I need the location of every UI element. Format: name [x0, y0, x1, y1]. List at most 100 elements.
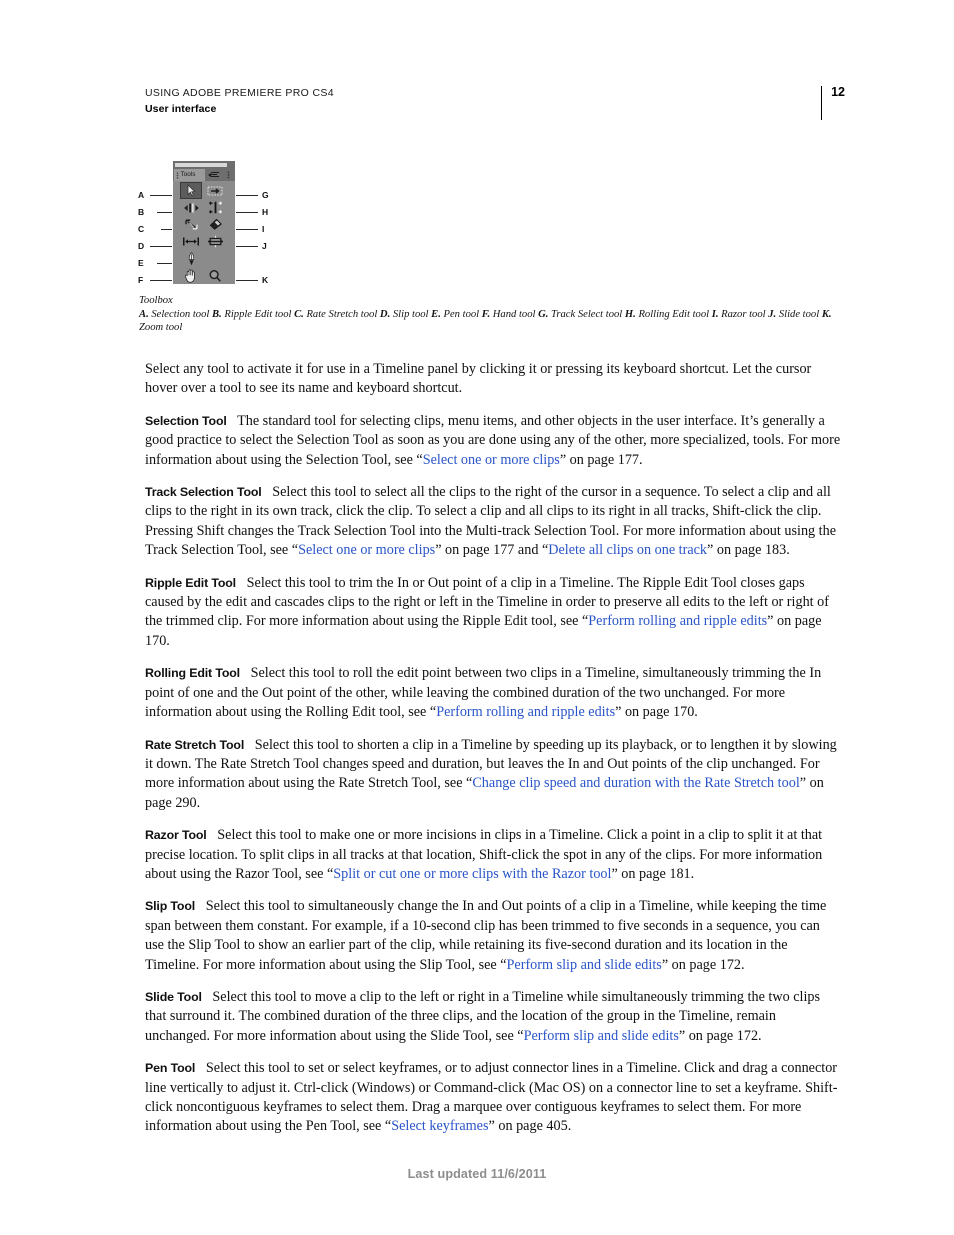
- tool-razor[interactable]: [204, 216, 226, 233]
- body-text: ” on page 181.: [611, 865, 695, 882]
- tool-heading: Slide Tool: [145, 989, 202, 1004]
- caption-letter: D.: [379, 308, 391, 320]
- tools-panel: Tools: [173, 161, 235, 284]
- caption-tool-name: Slip tool: [390, 308, 432, 320]
- tool-selection[interactable]: [180, 182, 202, 199]
- toolbox-figure: Tools A B C D E F G H I J K: [135, 158, 395, 288]
- callout-letter-d: D: [138, 241, 145, 251]
- page-footer: Last updated 11/6/2011: [407, 1167, 547, 1181]
- tool-slide[interactable]: [204, 233, 226, 250]
- tool-heading: Track Selection Tool: [145, 485, 262, 500]
- panel-titlebar: [173, 161, 235, 169]
- caption-tool-name: Slide tool: [776, 308, 822, 320]
- callout-letter-f: F: [138, 275, 144, 285]
- panel-gripper-icon: [227, 171, 230, 179]
- callout-letter-i: I: [262, 224, 265, 234]
- leader-line-h: [236, 212, 258, 213]
- callout-letter-k: K: [262, 275, 269, 285]
- tab-tools-label: Tools: [180, 171, 196, 178]
- caption-letter: H.: [624, 308, 636, 320]
- callout-letter-g: G: [262, 190, 269, 200]
- caption-tool-name: Razor tool: [718, 308, 769, 320]
- cross-reference-link[interactable]: Change clip speed and duration with the …: [472, 775, 799, 791]
- page-number: 12: [831, 85, 845, 99]
- rolling-edit-icon: [208, 201, 222, 214]
- intro-paragraph: Select any tool to activate it for use i…: [145, 361, 812, 397]
- caption-letter: C.: [294, 308, 304, 320]
- tool-pen[interactable]: [180, 250, 202, 267]
- caption-tool-name: Hand tool: [490, 308, 539, 320]
- running-head-subtitle: User interface: [145, 103, 217, 115]
- running-head-title: USING ADOBE PREMIERE PRO CS4: [145, 87, 334, 99]
- tool-description-paragraph: Pen Tool Select this tool to set or sele…: [145, 1059, 842, 1137]
- callout-letter-c: C: [138, 224, 145, 234]
- caption-letter: J.: [768, 308, 777, 320]
- leader-line-g: [236, 195, 258, 196]
- caption-tool-name: Selection tool: [148, 308, 212, 320]
- leader-line-k: [236, 280, 258, 281]
- tool-description-paragraph: Rate Stretch Tool Select this tool to sh…: [145, 736, 842, 814]
- cross-reference-link[interactable]: Select keyframes: [391, 1118, 488, 1134]
- tool-heading: Selection Tool: [145, 413, 227, 428]
- cross-reference-link[interactable]: Select one or more clips: [423, 452, 560, 468]
- cross-reference-link[interactable]: Perform rolling and ripple edits: [588, 613, 767, 629]
- tab-tools[interactable]: Tools: [174, 169, 205, 181]
- caption-letter: F.: [481, 308, 491, 320]
- panel-menu-icon[interactable]: [208, 171, 219, 179]
- tool-description-paragraph: Track Selection Tool Select this tool to…: [145, 483, 842, 561]
- caption-letter: A.: [139, 308, 149, 320]
- body-text: ” on page 405.: [488, 1118, 572, 1135]
- tool-rate-stretch[interactable]: [180, 216, 202, 233]
- body-text: ” on page 183.: [707, 542, 790, 559]
- callout-letter-j: J: [262, 241, 267, 251]
- cross-reference-link[interactable]: Select one or more clips: [298, 542, 435, 558]
- tool-heading: Slip Tool: [145, 899, 196, 914]
- pen-tool-icon: [188, 251, 194, 265]
- tool-ripple-edit[interactable]: [180, 199, 202, 216]
- tool-zoom[interactable]: [204, 267, 226, 284]
- tool-hand[interactable]: [180, 267, 202, 284]
- body-text: ” on page 177.: [559, 451, 643, 468]
- leader-line-j: [236, 246, 258, 247]
- body-text: ” on page 170.: [615, 704, 698, 721]
- cross-reference-link[interactable]: Split or cut one or more clips with the …: [333, 866, 611, 882]
- tool-description-paragraph: Slide Tool Select this tool to move a cl…: [145, 988, 842, 1046]
- tool-heading: Razor Tool: [145, 828, 207, 843]
- tool-track-select[interactable]: [204, 182, 226, 199]
- body-text: ” on page 172.: [678, 1027, 762, 1044]
- caption-tool-name: Track Select tool: [548, 308, 625, 320]
- tool-heading: Pen Tool: [145, 1061, 196, 1076]
- tool-rolling-edit[interactable]: [204, 199, 226, 216]
- ripple-edit-icon: [183, 203, 199, 212]
- tool-description-paragraph: Ripple Edit Tool Select this tool to tri…: [145, 574, 842, 652]
- callout-letter-e: E: [138, 258, 144, 268]
- cross-reference-link[interactable]: Perform rolling and ripple edits: [436, 704, 615, 720]
- cross-reference-link[interactable]: Delete all clips on one track: [548, 542, 707, 558]
- tool-grid: [173, 181, 235, 284]
- tool-heading: Rate Stretch Tool: [145, 737, 245, 752]
- figure-caption: Toolbox A. Selection tool B. Ripple Edit…: [139, 294, 845, 335]
- magnifier-icon: [209, 269, 221, 282]
- callout-letter-a: A: [138, 190, 145, 200]
- caption-tool-name: Zoom tool: [139, 322, 183, 334]
- caption-letter: G.: [538, 308, 549, 320]
- tool-heading: Ripple Edit Tool: [145, 575, 236, 590]
- tool-slip[interactable]: [180, 233, 202, 250]
- body-column: Select any tool to activate it for use i…: [145, 360, 842, 1137]
- tool-description-paragraph: Selection Tool The standard tool for sel…: [145, 412, 842, 470]
- cross-reference-link[interactable]: Perform slip and slide edits: [507, 957, 662, 973]
- callout-letter-h: H: [262, 207, 269, 217]
- leader-line-i: [236, 229, 258, 230]
- leader-line-e: [157, 263, 172, 264]
- body-text: ” on page 172.: [661, 956, 745, 973]
- cross-reference-link[interactable]: Perform slip and slide edits: [524, 1028, 679, 1044]
- leader-line-c: [161, 229, 172, 230]
- caption-letter: B.: [211, 308, 222, 320]
- leader-line-a: [150, 195, 172, 196]
- tool-description-paragraph: Rolling Edit Tool Select this tool to ro…: [145, 664, 842, 722]
- track-select-icon: [207, 186, 223, 195]
- hand-tool-icon: [185, 268, 195, 283]
- figure-caption-title: Toolbox: [139, 295, 173, 306]
- page-header: USING ADOBE PREMIERE PRO CS4 User interf…: [145, 85, 845, 120]
- rate-stretch-icon: [184, 219, 198, 230]
